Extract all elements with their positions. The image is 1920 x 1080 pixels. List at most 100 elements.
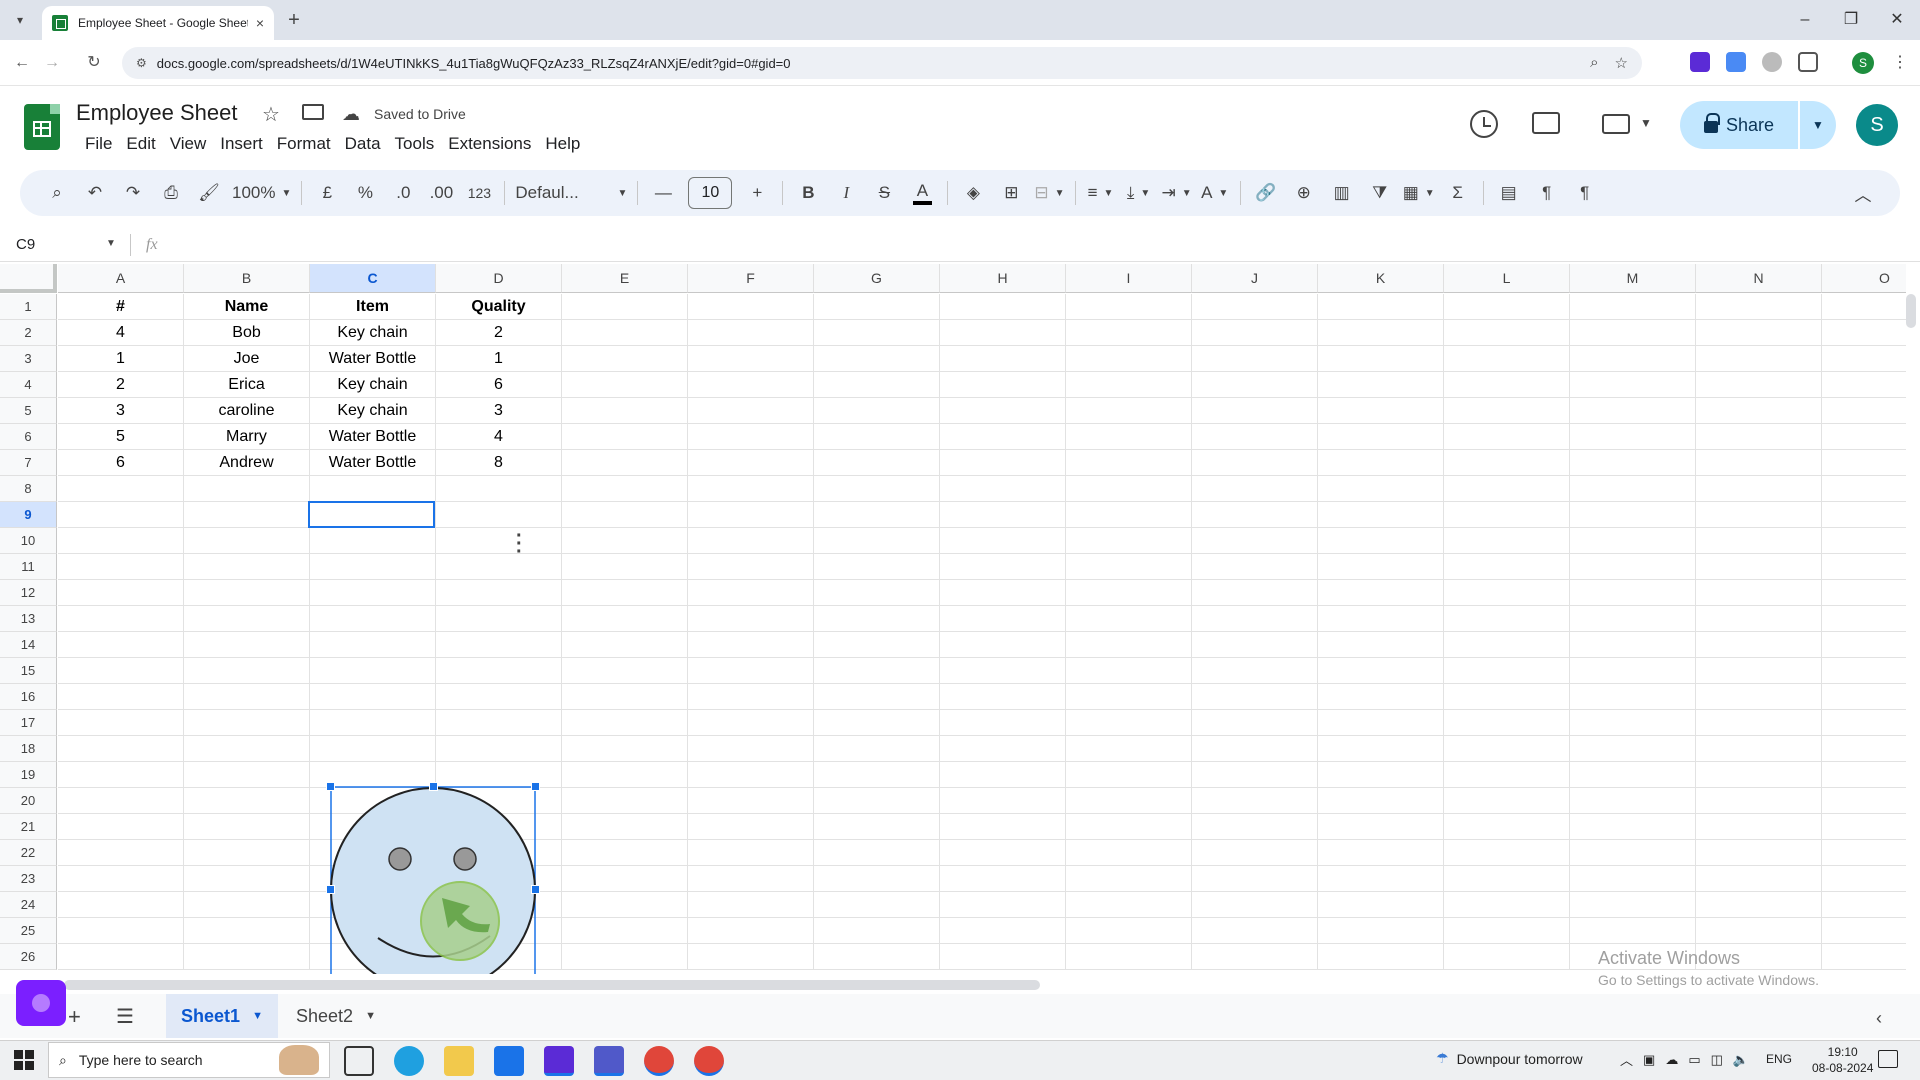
- text-rotation-icon[interactable]: A ▼: [1200, 178, 1230, 208]
- cell[interactable]: [1318, 606, 1444, 632]
- cell[interactable]: [1318, 918, 1444, 944]
- cell[interactable]: [436, 762, 562, 788]
- cell[interactable]: [58, 554, 184, 580]
- row-header-21[interactable]: 21: [0, 814, 57, 840]
- cell[interactable]: 3: [436, 398, 562, 424]
- cell[interactable]: [1444, 502, 1570, 528]
- row-header-12[interactable]: 12: [0, 580, 57, 606]
- cell[interactable]: [1696, 736, 1822, 762]
- taskbar-purple-app-icon[interactable]: [544, 1046, 574, 1076]
- format-currency-button[interactable]: £: [312, 178, 342, 208]
- cell[interactable]: [940, 866, 1066, 892]
- column-header-l[interactable]: L: [1444, 264, 1570, 293]
- cell[interactable]: [1822, 320, 1906, 346]
- tab-close-icon[interactable]: ×: [256, 15, 264, 31]
- cell[interactable]: [1192, 866, 1318, 892]
- cell[interactable]: [1696, 450, 1822, 476]
- cell[interactable]: [1822, 840, 1906, 866]
- cell[interactable]: [1192, 892, 1318, 918]
- cell[interactable]: Item: [310, 294, 436, 320]
- browser-tab-employee-sheet[interactable]: Employee Sheet - Google Sheets ×: [42, 6, 274, 40]
- cell[interactable]: [1192, 814, 1318, 840]
- cell[interactable]: caroline: [184, 398, 310, 424]
- zoom-icon[interactable]: ⌕: [1590, 54, 1598, 72]
- cell[interactable]: [1066, 788, 1192, 814]
- cell[interactable]: [688, 684, 814, 710]
- site-info-icon[interactable]: ⚙: [136, 56, 147, 70]
- cell[interactable]: [1192, 320, 1318, 346]
- cell[interactable]: [1696, 580, 1822, 606]
- browser-profile-avatar[interactable]: S: [1852, 52, 1874, 74]
- cell[interactable]: [1066, 606, 1192, 632]
- share-dropdown-icon[interactable]: ▼: [1800, 101, 1836, 149]
- cell[interactable]: [310, 710, 436, 736]
- cell[interactable]: [184, 502, 310, 528]
- cell[interactable]: [688, 320, 814, 346]
- horizontal-scrollbar[interactable]: [64, 980, 1040, 990]
- cell[interactable]: [562, 320, 688, 346]
- move-folder-icon[interactable]: [302, 104, 324, 120]
- cell[interactable]: [1318, 398, 1444, 424]
- cell[interactable]: [814, 788, 940, 814]
- input-language[interactable]: ENG: [1766, 1052, 1792, 1066]
- cell[interactable]: [940, 606, 1066, 632]
- cell[interactable]: [940, 450, 1066, 476]
- row-header-23[interactable]: 23: [0, 866, 57, 892]
- cell[interactable]: [1192, 372, 1318, 398]
- cell[interactable]: [1444, 788, 1570, 814]
- row-header-10[interactable]: 10: [0, 528, 57, 554]
- cell[interactable]: [310, 476, 436, 502]
- assistant-bubble-icon[interactable]: [16, 980, 66, 1026]
- cell[interactable]: [1696, 502, 1822, 528]
- column-header-b[interactable]: B: [184, 264, 310, 293]
- menu-extensions[interactable]: Extensions: [441, 132, 538, 156]
- cell[interactable]: [1192, 944, 1318, 970]
- cell[interactable]: [562, 814, 688, 840]
- cell[interactable]: [562, 892, 688, 918]
- row-header-24[interactable]: 24: [0, 892, 57, 918]
- cell[interactable]: [1192, 684, 1318, 710]
- cell[interactable]: [688, 814, 814, 840]
- decrease-decimal-button[interactable]: .0: [388, 178, 418, 208]
- cell[interactable]: [814, 294, 940, 320]
- cell[interactable]: [940, 372, 1066, 398]
- cell[interactable]: [58, 710, 184, 736]
- cell[interactable]: [1318, 294, 1444, 320]
- edge-browser-icon[interactable]: [394, 1046, 424, 1076]
- cell[interactable]: [1822, 450, 1906, 476]
- cell[interactable]: [1696, 684, 1822, 710]
- cell[interactable]: [562, 554, 688, 580]
- cell[interactable]: [184, 606, 310, 632]
- cell[interactable]: [1822, 606, 1906, 632]
- cell[interactable]: [562, 684, 688, 710]
- cell[interactable]: [562, 502, 688, 528]
- cell[interactable]: [310, 632, 436, 658]
- cell[interactable]: [1318, 632, 1444, 658]
- notifications-icon[interactable]: [1878, 1050, 1898, 1068]
- cell[interactable]: [1570, 866, 1696, 892]
- cell[interactable]: [1318, 840, 1444, 866]
- cell[interactable]: [940, 294, 1066, 320]
- cell[interactable]: 4: [58, 320, 184, 346]
- cell[interactable]: [1066, 632, 1192, 658]
- resize-handle-top-center[interactable]: [429, 782, 438, 791]
- cell[interactable]: Erica: [184, 372, 310, 398]
- text-wrapping-icon[interactable]: ⇥ ▼: [1162, 178, 1192, 208]
- paint-format-icon[interactable]: 🖌: [194, 178, 224, 208]
- column-header-h[interactable]: H: [940, 264, 1066, 293]
- cell[interactable]: [436, 684, 562, 710]
- cell[interactable]: [1570, 398, 1696, 424]
- cell[interactable]: [310, 580, 436, 606]
- row-header-1[interactable]: 1: [0, 294, 57, 320]
- select-all-corner[interactable]: [0, 264, 57, 293]
- row-header-13[interactable]: 13: [0, 606, 57, 632]
- cell[interactable]: [688, 892, 814, 918]
- column-header-c[interactable]: C: [310, 264, 436, 293]
- cell[interactable]: Marry: [184, 424, 310, 450]
- cell[interactable]: [310, 606, 436, 632]
- cell[interactable]: [688, 606, 814, 632]
- cell[interactable]: [184, 944, 310, 970]
- cell[interactable]: [1570, 450, 1696, 476]
- cell[interactable]: [310, 554, 436, 580]
- cell[interactable]: [814, 476, 940, 502]
